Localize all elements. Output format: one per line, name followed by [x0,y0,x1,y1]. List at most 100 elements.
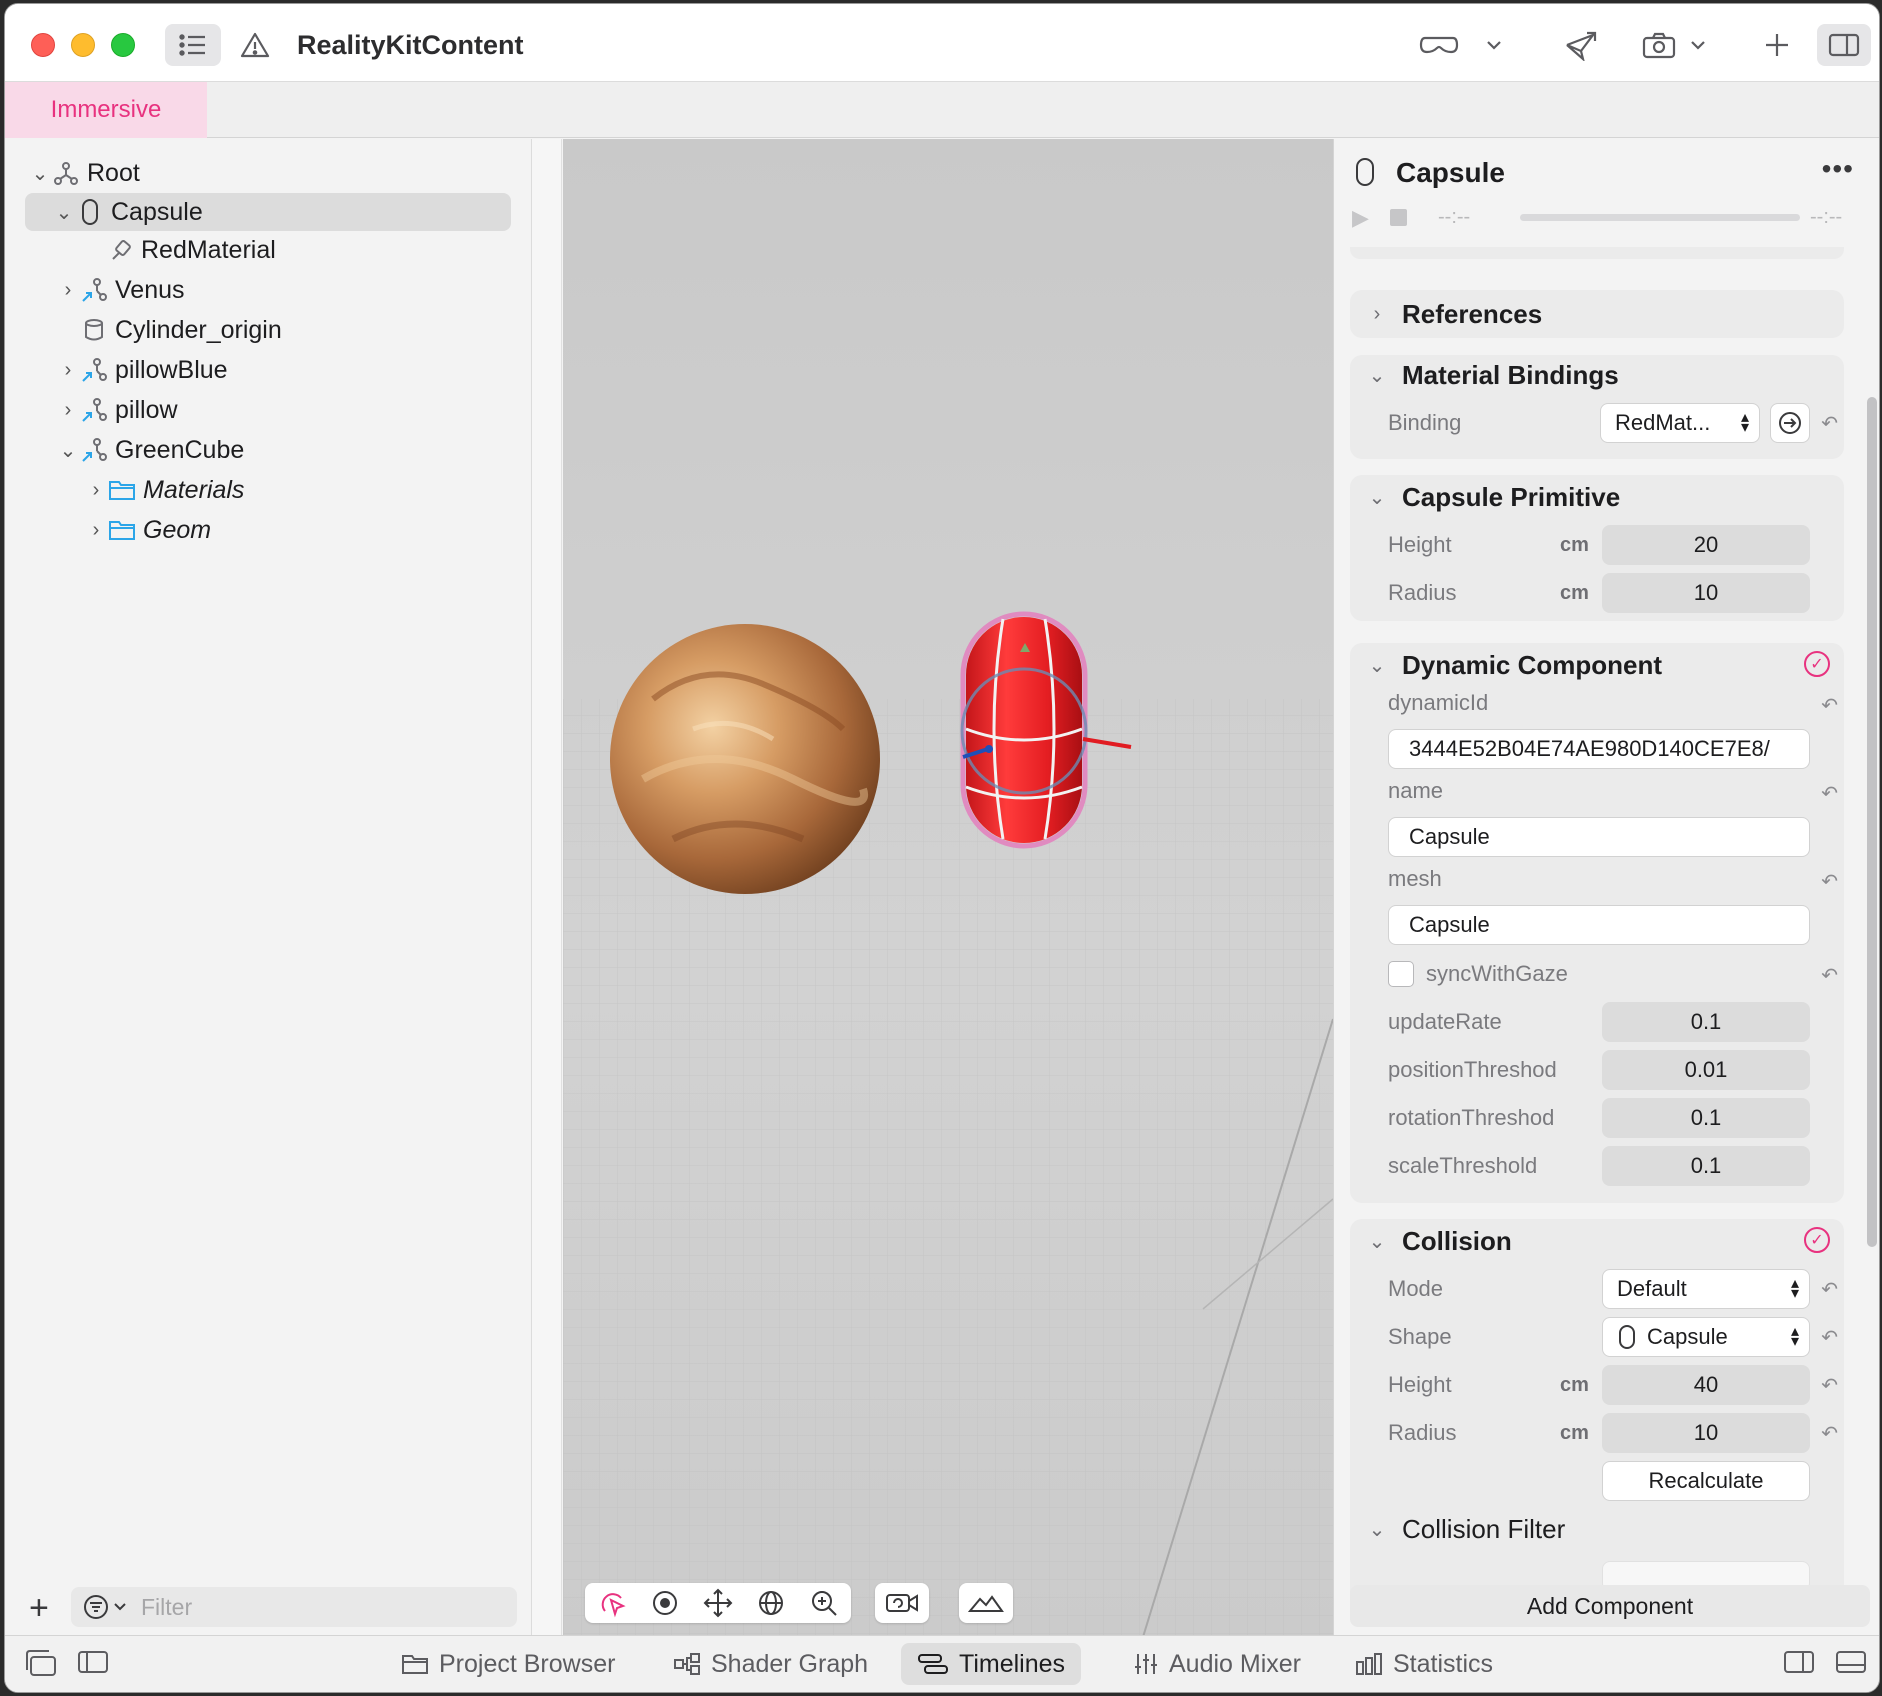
camera-mode-button[interactable] [882,1585,922,1621]
more-options-button[interactable]: ••• [1822,153,1854,185]
references-header[interactable]: › References [1366,296,1543,332]
binding-popup[interactable]: RedMat... ▴ ▾ [1600,403,1760,443]
chevron-down-icon[interactable]: ⌄ [1366,1517,1388,1542]
tab-statistics[interactable]: Statistics [1339,1643,1509,1685]
revert-icon[interactable]: ↶ [1821,693,1838,718]
collision-filter-header[interactable]: ⌄ Collision Filter [1366,1511,1566,1547]
recalculate-button[interactable]: Recalculate [1602,1461,1810,1501]
snapshot-button[interactable] [1637,24,1681,66]
mode-popup[interactable]: Default ▴ ▾ [1602,1269,1810,1309]
mesh-field[interactable]: Capsule [1388,905,1810,945]
chevron-right-icon[interactable]: › [57,279,79,302]
dynamicid-field[interactable]: 3444E52B04E74AE980D140CE7E8/ [1388,729,1810,769]
revert-icon[interactable]: ↶ [1821,869,1838,894]
toggle-navigator-button[interactable] [165,24,221,66]
scene-viewport[interactable] [563,139,1333,1637]
toggle-right-panel-button[interactable] [1783,1648,1815,1681]
dynamic-component-header[interactable]: ⌄ Dynamic Component [1366,647,1662,683]
zoom-tool-button[interactable] [804,1585,844,1621]
tab-shader-graph[interactable]: Shader Graph [657,1643,884,1685]
tree-item-greencube[interactable]: ⌄ GreenCube [57,431,245,469]
issues-button[interactable] [235,24,275,66]
filter-input[interactable]: Filter [71,1587,517,1627]
rotationthreshod-field[interactable]: 0.1 [1602,1098,1810,1138]
chevron-down-icon[interactable]: ⌄ [53,200,75,225]
revert-icon[interactable]: ↶ [1821,1373,1838,1398]
play-icon[interactable]: ▶ [1352,205,1369,231]
tab-immersive[interactable]: Immersive [5,82,207,138]
syncwithgaze-checkbox[interactable] [1388,961,1414,987]
select-tool-button[interactable] [592,1585,632,1621]
tree-item-pillow[interactable]: › pillow [57,391,178,429]
tree-item-venus[interactable]: › Venus [57,271,185,309]
revert-icon[interactable]: ↶ [1821,781,1838,806]
scalethreshold-field[interactable]: 0.1 [1602,1146,1810,1186]
shape-popup[interactable]: Capsule ▴ ▾ [1602,1317,1810,1357]
radius-field[interactable]: 10 [1602,573,1810,613]
add-entity-button[interactable]: + [29,1589,49,1628]
venus-sphere[interactable] [610,624,880,894]
revert-icon[interactable]: ↶ [1821,1421,1838,1446]
revert-icon[interactable]: ↶ [1821,1325,1838,1350]
revert-icon[interactable]: ↶ [1821,963,1838,988]
revert-icon[interactable]: ↶ [1821,1277,1838,1302]
windows-button[interactable] [23,1648,57,1683]
toggle-bottom-panel-button[interactable] [1835,1648,1867,1681]
tree-item-materials[interactable]: › Materials [85,471,245,509]
collision-radius-field[interactable]: 10 [1602,1413,1810,1453]
name-field[interactable]: Capsule [1388,817,1810,857]
updaterate-field[interactable]: 0.1 [1602,1002,1810,1042]
add-button[interactable] [1757,24,1797,66]
capsule-primitive-header[interactable]: ⌄ Capsule Primitive [1366,479,1621,515]
revert-icon[interactable]: ↶ [1821,411,1838,436]
chevron-right-icon[interactable]: › [1366,303,1388,326]
component-enabled-icon[interactable]: ✓ [1804,651,1830,677]
chevron-down-icon[interactable]: ⌄ [57,438,79,463]
environment-button[interactable] [966,1585,1006,1621]
chevron-right-icon[interactable]: › [57,359,79,382]
tree-item-pillowblue[interactable]: › pillowBlue [57,351,228,389]
tree-item-geom[interactable]: › Geom [85,511,211,549]
tab-timelines[interactable]: Timelines [901,1643,1082,1685]
go-to-material-button[interactable] [1770,403,1810,443]
collision-header[interactable]: ⌄ Collision [1366,1223,1512,1259]
stop-icon[interactable] [1390,209,1407,226]
rotate-tool-button[interactable] [751,1585,791,1621]
snapshot-menu-chevron[interactable] [1683,24,1713,66]
toggle-inspector-button[interactable] [1817,24,1871,66]
chevron-down-icon[interactable]: ⌄ [1366,485,1388,510]
material-bindings-header[interactable]: ⌄ Material Bindings [1366,357,1619,393]
chevron-down-icon[interactable]: ⌄ [29,161,51,186]
collision-height-field[interactable]: 40 [1602,1365,1810,1405]
tree-item-cylinder-origin[interactable]: Cylinder_origin [79,311,282,349]
references-section[interactable]: › References [1350,290,1844,338]
tab-audio-mixer[interactable]: Audio Mixer [1117,1643,1317,1685]
device-menu-chevron[interactable] [1479,24,1509,66]
chevron-right-icon[interactable]: › [85,519,107,542]
component-enabled-icon[interactable]: ✓ [1804,1227,1830,1253]
translate-tool-button[interactable] [698,1585,738,1621]
timeline-scrubber[interactable] [1520,214,1800,221]
send-to-device-button[interactable] [1559,24,1603,66]
orbit-tool-button[interactable] [645,1585,685,1621]
close-window-button[interactable] [31,33,55,57]
chevron-down-icon[interactable]: ⌄ [1366,1229,1388,1254]
tree-item-redmaterial[interactable]: RedMaterial [105,231,276,269]
minimize-window-button[interactable] [71,33,95,57]
inspector-scrollbar[interactable] [1867,397,1877,1247]
chevron-down-icon[interactable]: ⌄ [1366,653,1388,678]
headset-preview-button[interactable] [1415,24,1463,66]
chevron-down-icon[interactable]: ⌄ [1366,363,1388,388]
positionthreshod-field[interactable]: 0.01 [1602,1050,1810,1090]
add-component-button[interactable]: Add Component [1350,1585,1870,1627]
scene-canvas[interactable] [563,139,1333,1637]
tree-item-label: Cylinder_origin [115,315,282,344]
tab-project-browser[interactable]: Project Browser [385,1643,631,1685]
zoom-window-button[interactable] [111,33,135,57]
chevron-right-icon[interactable]: › [85,479,107,502]
tree-item-root[interactable]: ⌄ Root [29,154,140,192]
toggle-left-sidebar-button[interactable] [77,1648,109,1681]
tree-item-capsule[interactable]: ⌄ Capsule [25,193,511,231]
height-field[interactable]: 20 [1602,525,1810,565]
chevron-right-icon[interactable]: › [57,399,79,422]
